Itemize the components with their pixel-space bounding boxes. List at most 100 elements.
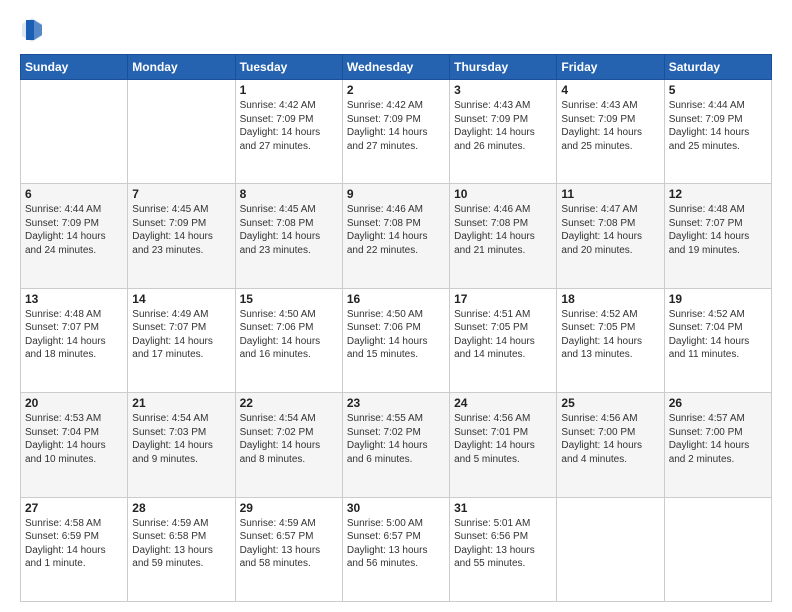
day-number: 12 [669, 187, 767, 201]
cell-info: Sunrise: 4:47 AM Sunset: 7:08 PM Dayligh… [561, 203, 659, 257]
weekday-header-monday: Monday [128, 55, 235, 80]
cell-info: Sunrise: 4:45 AM Sunset: 7:08 PM Dayligh… [240, 203, 338, 257]
day-number: 24 [454, 396, 552, 410]
cell-info: Sunrise: 4:44 AM Sunset: 7:09 PM Dayligh… [669, 99, 767, 153]
day-number: 21 [132, 396, 230, 410]
calendar-cell: 25Sunrise: 4:56 AM Sunset: 7:00 PM Dayli… [557, 393, 664, 497]
cell-info: Sunrise: 4:54 AM Sunset: 7:02 PM Dayligh… [240, 412, 338, 466]
calendar-cell: 28 Sunrise: 4:59 AM Sunset: 6:58 PM Dayli… [128, 497, 235, 601]
cell-info: Sunrise: 4:55 AM Sunset: 7:02 PM Dayligh… [347, 412, 445, 466]
cell-info: Sunrise: 4:59 AM Sunset: 6:57 PM Dayligh… [240, 517, 338, 571]
calendar-cell: 14 Sunrise: 4:49 AM Sunset: 7:07 PM Dayli… [128, 288, 235, 392]
cell-info: Sunrise: 4:50 AM Sunset: 7:06 PM Dayligh… [240, 308, 338, 362]
calendar-cell: 12 Sunrise: 4:48 AM Sunset: 7:07 PM Dayli… [664, 184, 771, 288]
cell-info: Sunrise: 4:45 AM Sunset: 7:09 PM Dayligh… [132, 203, 230, 257]
week-row-2: 6 Sunrise: 4:44 AM Sunset: 7:09 PM Daylig… [21, 184, 772, 288]
calendar-cell: 15 Sunrise: 4:50 AM Sunset: 7:06 PM Dayli… [235, 288, 342, 392]
day-number: 2 [347, 83, 445, 97]
day-number: 5 [669, 83, 767, 97]
calendar-cell: 18 Sunrise: 4:52 AM Sunset: 7:05 PM Dayli… [557, 288, 664, 392]
week-row-1: 1 Sunrise: 4:42 AM Sunset: 7:09 PM Daylig… [21, 80, 772, 184]
day-number: 26 [669, 396, 767, 410]
cell-info: Sunrise: 4:58 AM Sunset: 6:59 PM Dayligh… [25, 517, 123, 571]
cell-info: Sunrise: 4:54 AM Sunset: 7:03 PM Dayligh… [132, 412, 230, 466]
calendar-cell: 24 Sunrise: 4:56 AM Sunset: 7:01 PM Dayli… [450, 393, 557, 497]
weekday-header-wednesday: Wednesday [342, 55, 449, 80]
day-number: 4 [561, 83, 659, 97]
cell-info: Sunrise: 4:52 AM Sunset: 7:05 PM Dayligh… [561, 308, 659, 362]
cell-info: Sunrise: 4:42 AM Sunset: 7:09 PM Dayligh… [347, 99, 445, 153]
cell-info: Sunrise: 4:56 AM Sunset: 7:00 PM Dayligh… [561, 412, 659, 466]
cell-info: Sunrise: 4:49 AM Sunset: 7:07 PM Dayligh… [132, 308, 230, 362]
calendar-cell: 9 Sunrise: 4:46 AM Sunset: 7:08 PM Daylig… [342, 184, 449, 288]
day-number: 31 [454, 501, 552, 515]
day-number: 29 [240, 501, 338, 515]
logo-icon [20, 16, 44, 44]
cell-info: Sunrise: 4:46 AM Sunset: 7:08 PM Dayligh… [454, 203, 552, 257]
day-number: 16 [347, 292, 445, 306]
weekday-header-saturday: Saturday [664, 55, 771, 80]
cell-info: Sunrise: 4:50 AM Sunset: 7:06 PM Dayligh… [347, 308, 445, 362]
calendar-cell: 22 Sunrise: 4:54 AM Sunset: 7:02 PM Dayli… [235, 393, 342, 497]
weekday-header-thursday: Thursday [450, 55, 557, 80]
cell-info: Sunrise: 4:59 AM Sunset: 6:58 PM Dayligh… [132, 517, 230, 571]
day-number: 18 [561, 292, 659, 306]
day-number: 17 [454, 292, 552, 306]
calendar-cell: 2 Sunrise: 4:42 AM Sunset: 7:09 PM Daylig… [342, 80, 449, 184]
calendar-cell: 29 Sunrise: 4:59 AM Sunset: 6:57 PM Dayli… [235, 497, 342, 601]
cell-info: Sunrise: 4:48 AM Sunset: 7:07 PM Dayligh… [25, 308, 123, 362]
calendar-cell: 3Sunrise: 4:43 AM Sunset: 7:09 PM Daylig… [450, 80, 557, 184]
day-number: 6 [25, 187, 123, 201]
day-number: 23 [347, 396, 445, 410]
calendar-cell: 31 Sunrise: 5:01 AM Sunset: 6:56 PM Dayli… [450, 497, 557, 601]
calendar-cell: 13 Sunrise: 4:48 AM Sunset: 7:07 PM Dayli… [21, 288, 128, 392]
day-number: 11 [561, 187, 659, 201]
calendar-cell [664, 497, 771, 601]
day-number: 9 [347, 187, 445, 201]
calendar-cell: 4 Sunrise: 4:43 AM Sunset: 7:09 PM Daylig… [557, 80, 664, 184]
calendar-cell: 11 Sunrise: 4:47 AM Sunset: 7:08 PM Dayli… [557, 184, 664, 288]
week-row-4: 20Sunrise: 4:53 AM Sunset: 7:04 PM Dayli… [21, 393, 772, 497]
calendar-cell: 10 Sunrise: 4:46 AM Sunset: 7:08 PM Dayli… [450, 184, 557, 288]
cell-info: Sunrise: 5:01 AM Sunset: 6:56 PM Dayligh… [454, 517, 552, 571]
day-number: 1 [240, 83, 338, 97]
calendar-cell [557, 497, 664, 601]
calendar-cell: 20Sunrise: 4:53 AM Sunset: 7:04 PM Dayli… [21, 393, 128, 497]
calendar-cell: 16 Sunrise: 4:50 AM Sunset: 7:06 PM Dayli… [342, 288, 449, 392]
cell-info: Sunrise: 4:56 AM Sunset: 7:01 PM Dayligh… [454, 412, 552, 466]
calendar-cell: 23 Sunrise: 4:55 AM Sunset: 7:02 PM Dayli… [342, 393, 449, 497]
weekday-header-sunday: Sunday [21, 55, 128, 80]
day-number: 8 [240, 187, 338, 201]
cell-info: Sunrise: 4:48 AM Sunset: 7:07 PM Dayligh… [669, 203, 767, 257]
day-number: 15 [240, 292, 338, 306]
calendar-cell: 27Sunrise: 4:58 AM Sunset: 6:59 PM Dayli… [21, 497, 128, 601]
cell-info: Sunrise: 4:57 AM Sunset: 7:00 PM Dayligh… [669, 412, 767, 466]
calendar-cell: 21 Sunrise: 4:54 AM Sunset: 7:03 PM Dayli… [128, 393, 235, 497]
cell-info: Sunrise: 4:46 AM Sunset: 7:08 PM Dayligh… [347, 203, 445, 257]
day-number: 7 [132, 187, 230, 201]
calendar-cell: 5 Sunrise: 4:44 AM Sunset: 7:09 PM Daylig… [664, 80, 771, 184]
day-number: 13 [25, 292, 123, 306]
week-row-5: 27Sunrise: 4:58 AM Sunset: 6:59 PM Dayli… [21, 497, 772, 601]
day-number: 20 [25, 396, 123, 410]
calendar-cell: 7 Sunrise: 4:45 AM Sunset: 7:09 PM Daylig… [128, 184, 235, 288]
day-number: 10 [454, 187, 552, 201]
calendar-cell: 6 Sunrise: 4:44 AM Sunset: 7:09 PM Daylig… [21, 184, 128, 288]
logo [20, 16, 48, 44]
calendar-cell: 1Sunrise: 4:42 AM Sunset: 7:09 PM Daylig… [235, 80, 342, 184]
cell-info: Sunrise: 4:51 AM Sunset: 7:05 PM Dayligh… [454, 308, 552, 362]
cell-info: Sunrise: 4:44 AM Sunset: 7:09 PM Dayligh… [25, 203, 123, 257]
day-number: 30 [347, 501, 445, 515]
day-number: 28 [132, 501, 230, 515]
cell-info: Sunrise: 4:43 AM Sunset: 7:09 PM Dayligh… [561, 99, 659, 153]
calendar-page: SundayMondayTuesdayWednesdayThursdayFrid… [0, 0, 792, 612]
cell-info: Sunrise: 4:52 AM Sunset: 7:04 PM Dayligh… [669, 308, 767, 362]
day-number: 14 [132, 292, 230, 306]
calendar-cell [128, 80, 235, 184]
calendar-cell: 19Sunrise: 4:52 AM Sunset: 7:04 PM Dayli… [664, 288, 771, 392]
day-number: 22 [240, 396, 338, 410]
weekday-header-friday: Friday [557, 55, 664, 80]
calendar-cell [21, 80, 128, 184]
header [20, 16, 772, 44]
calendar-cell: 26 Sunrise: 4:57 AM Sunset: 7:00 PM Dayli… [664, 393, 771, 497]
